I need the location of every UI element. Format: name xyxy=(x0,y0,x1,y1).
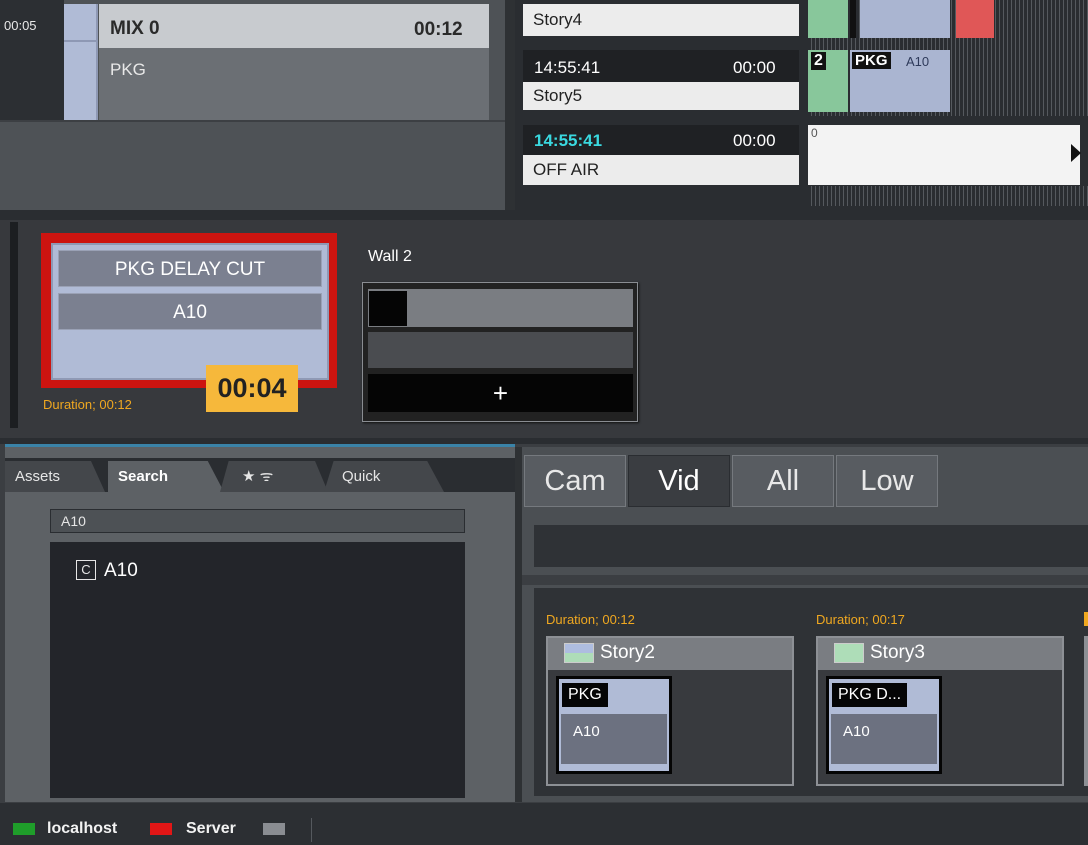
tab-assets[interactable]: Assets xyxy=(5,461,105,492)
mix-divider xyxy=(0,120,505,122)
mix-color-bar xyxy=(64,4,98,120)
timeline-playhead[interactable] xyxy=(850,0,856,38)
tab-quick[interactable]: Quick xyxy=(324,461,444,492)
bin-vid-button[interactable]: Vid xyxy=(628,455,730,507)
wall-slot-1[interactable] xyxy=(368,289,633,327)
story3-duration: Duration; 00:17 xyxy=(816,612,905,627)
wall-slot-2[interactable] xyxy=(368,332,633,368)
rundown-row-offair-name[interactable]: OFF AIR xyxy=(523,155,799,185)
bin-filter-bar[interactable] xyxy=(534,525,1088,567)
mix-subtitle: PKG xyxy=(110,60,146,79)
timeline-grid-lower xyxy=(808,186,1088,206)
timeline-clip-camera[interactable] xyxy=(808,0,848,38)
vertical-splitter-lower[interactable] xyxy=(515,447,522,802)
bin-cam-button[interactable]: Cam xyxy=(524,455,626,507)
wall-add-button[interactable]: + xyxy=(368,374,633,412)
wall-title: Wall 2 xyxy=(368,248,412,265)
bin-all-button[interactable]: All xyxy=(732,455,834,507)
timeline-clip-pkg-label: PKG xyxy=(852,52,891,69)
asset-search-input[interactable]: A10 xyxy=(50,509,465,533)
mix-title: MIX 0 xyxy=(110,18,160,39)
rundown-row-offair-duration: 00:00 xyxy=(733,131,776,150)
server-status-label: Server xyxy=(186,820,236,837)
timeline-clip-offair-number: 0 xyxy=(811,126,818,140)
timeline-clip-video[interactable] xyxy=(860,0,950,38)
clip-type-icon: C xyxy=(76,560,96,580)
tab-favorites-wireless[interactable]: ★ ᯤ xyxy=(220,461,328,492)
horizontal-splitter[interactable] xyxy=(0,210,1088,220)
mix-duration: 00:12 xyxy=(414,19,463,40)
bin-low-button[interactable]: Low xyxy=(836,455,938,507)
tab-search[interactable]: Search xyxy=(108,461,224,492)
asset-result-item[interactable]: A10 xyxy=(104,560,138,582)
cue-name: PKG DELAY CUT xyxy=(58,250,322,287)
preview-edge-bar xyxy=(10,222,18,428)
rundown-row-story5-name[interactable]: Story5 xyxy=(523,82,799,110)
server-status-icon xyxy=(150,823,172,835)
cue-countdown-timer: 00:04 xyxy=(206,365,298,412)
timeline-clip-number: 2 xyxy=(811,52,826,70)
timeline-clip-offair[interactable] xyxy=(808,125,1080,185)
cue-id: A10 xyxy=(58,293,322,330)
story2-clip-label: PKG xyxy=(562,683,608,707)
story2-duration: Duration; 00:12 xyxy=(546,612,635,627)
story2-color-swatch xyxy=(564,643,594,663)
mix-clock: 00:05 xyxy=(4,18,37,33)
localhost-status-icon xyxy=(13,823,35,835)
extra-status-icon xyxy=(263,823,285,835)
rundown-row-story4-name[interactable]: Story4 xyxy=(523,4,799,36)
story3-clip-id: A10 xyxy=(831,714,937,764)
story3-color-swatch xyxy=(834,643,864,663)
mix-body[interactable] xyxy=(99,48,489,120)
timeline-clip-live[interactable] xyxy=(956,0,994,38)
bin-divider xyxy=(522,575,1088,585)
cue-duration: Duration; 00:12 xyxy=(43,397,132,412)
story3-clip-label: PKG D... xyxy=(832,683,908,707)
vertical-splitter[interactable] xyxy=(505,0,515,210)
story2-clip-id: A10 xyxy=(561,714,667,764)
play-icon[interactable] xyxy=(1071,144,1081,162)
status-separator xyxy=(311,818,312,842)
localhost-status-label: localhost xyxy=(47,820,118,837)
rundown-row-story5-time: 14:55:41 xyxy=(534,58,601,77)
next-story-duration-edge xyxy=(1084,612,1088,626)
rundown-row-story5-duration: 00:00 xyxy=(733,58,776,77)
timeline-clip-pkg-id: A10 xyxy=(906,54,930,69)
next-story-card-edge[interactable] xyxy=(1084,636,1088,786)
wall-slot-swatch xyxy=(369,291,407,326)
rundown-row-offair-time: 14:55:41 xyxy=(534,131,603,150)
